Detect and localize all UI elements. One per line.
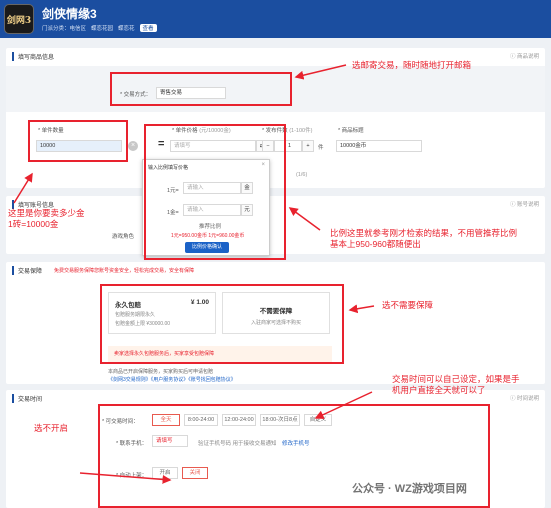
card-help-link[interactable]: ⓘ 账号说明	[510, 200, 539, 208]
watermark: 公众号 · WZ游戏项目网	[352, 483, 467, 495]
goods-title-input[interactable]: 10000金币	[336, 140, 422, 152]
protection-agreements-link[interactable]: 《剑网3交易规则》《用户服务协议》《账号找回包赔协议》	[108, 376, 236, 383]
game-role-label: 游戏角色	[112, 234, 135, 240]
crumb-item[interactable]: 蝶恋花园	[91, 24, 113, 32]
annotation-text: 选邮寄交易，随时随地打开邮箱	[352, 60, 472, 70]
highlight-protection	[100, 284, 344, 364]
game-title: 剑侠情缘3	[42, 7, 97, 21]
card-title: 填写商品信息	[12, 52, 54, 61]
crumb-tag[interactable]: 查看	[139, 24, 157, 32]
annotation-text: 选不需要保障	[382, 300, 434, 310]
crumb-item[interactable]: 门派分类：电信区	[42, 24, 86, 32]
breadcrumb: 门派分类：电信区 蝶恋花园 蝶恋花 查看	[42, 24, 157, 32]
pieces-unit: 件	[318, 145, 324, 151]
crumb-item[interactable]: 蝶恋花	[118, 24, 135, 32]
game-logo: 剑网3	[4, 4, 34, 34]
card-title: 交易时间	[12, 394, 42, 403]
highlight-price	[144, 124, 286, 260]
annotation-text: 这里是你要卖多少金 1砖=10000金	[8, 208, 85, 229]
highlight-trade-mode	[110, 72, 292, 106]
card-title: 交易保障	[12, 266, 42, 275]
goods-title-label: * 商品标题	[338, 128, 364, 134]
card-help-link[interactable]: ⓘ 商品说明	[510, 52, 539, 60]
pieces-plus-button[interactable]: +	[302, 140, 314, 152]
protection-subtitle: 免费交易服务保障您账号资金安全，轻松完成交易，安全有保障	[54, 268, 195, 274]
protection-footer: 本商品已开启保障服务，买家购买后可申请包赔	[108, 369, 214, 375]
game-header: 剑网3 剑侠情缘3 门派分类：电信区 蝶恋花园 蝶恋花 查看	[0, 0, 551, 38]
count-hint: (1/6)	[296, 172, 308, 178]
annotation-text: 交易时间可以自己设定，如果是手 机用户直接全天就可以了	[392, 374, 520, 395]
highlight-unit-qty	[28, 120, 128, 162]
annotation-text: 选不开启	[34, 423, 69, 433]
page-root: 剑网3 剑侠情缘3 门派分类：电信区 蝶恋花园 蝶恋花 查看 填写商品信息 ⓘ …	[0, 0, 551, 508]
multiply-icon: ×	[128, 141, 138, 151]
annotation-text: 比例这里就参考刚才检索的结果，不用管推荐比例 基本上950-960都随便出	[330, 228, 518, 249]
